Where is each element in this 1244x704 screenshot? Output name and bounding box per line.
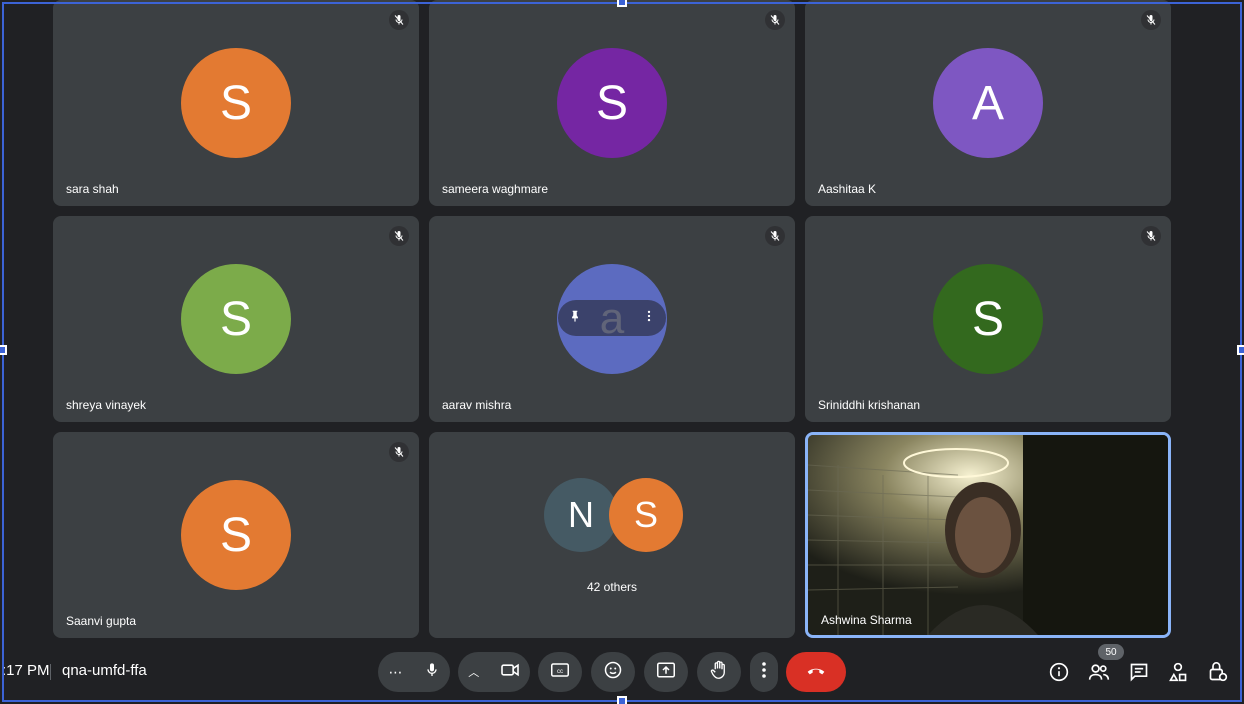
mic-button[interactable]: ⋯ (378, 652, 450, 692)
captions-button[interactable]: cc (538, 652, 582, 692)
mic-muted-icon (389, 226, 409, 246)
camera-button[interactable]: ︿ (458, 652, 530, 692)
host-controls-icon[interactable] (1206, 660, 1230, 684)
svg-text:cc: cc (557, 669, 563, 675)
resize-handle[interactable] (617, 696, 627, 704)
avatar: S (557, 48, 667, 158)
raise-hand-button[interactable] (697, 652, 741, 692)
resize-handle[interactable] (1237, 345, 1244, 355)
participant-name: sameera waghmare (442, 182, 549, 196)
self-view-tile[interactable]: Ashwina Sharma (805, 432, 1171, 638)
participant-grid: S sara shah S sameera waghmare A Aashita… (53, 0, 1171, 638)
participant-tile[interactable]: S sameera waghmare (429, 0, 795, 206)
others-count-label: 42 others (586, 580, 638, 594)
avatar: N (544, 478, 618, 552)
participant-name: shreya vinayek (66, 398, 147, 412)
resize-handle[interactable] (0, 345, 7, 355)
others-tile[interactable]: N S 42 others (429, 432, 795, 638)
participant-name: Sriniddhi krishanan (818, 398, 921, 412)
participant-name: Saanvi gupta (66, 614, 137, 628)
leave-call-button[interactable] (786, 652, 846, 692)
participant-name: Ashwina Sharma (821, 613, 912, 627)
camera-icon (500, 662, 520, 683)
more-options-button[interactable] (750, 652, 778, 692)
avatar: S (933, 264, 1043, 374)
people-count-badge: 50 (1098, 644, 1124, 660)
mic-muted-icon (1141, 10, 1161, 30)
participant-name: aarav mishra (442, 398, 512, 412)
pin-icon[interactable] (568, 309, 582, 328)
mic-muted-icon (765, 226, 785, 246)
avatar: A (933, 48, 1043, 158)
mic-options-icon[interactable]: ⋯ (389, 664, 403, 681)
activities-icon[interactable] (1166, 660, 1190, 684)
avatar: S (181, 48, 291, 158)
emoji-icon (604, 661, 622, 684)
mic-muted-icon (765, 10, 785, 30)
present-screen-icon (657, 662, 675, 683)
divider (50, 664, 51, 680)
participant-tile[interactable]: S Saanvi gupta (53, 432, 419, 638)
participant-tile[interactable]: S shreya vinayek (53, 216, 419, 422)
avatar: S (609, 478, 683, 552)
self-camera-video (808, 435, 1168, 635)
hang-up-icon (806, 663, 826, 681)
participant-tile[interactable]: S sara shah (53, 0, 419, 206)
participant-name: sara shah (66, 182, 119, 196)
present-button[interactable] (644, 652, 688, 692)
participant-tile-hovered[interactable]: a aarav mishra (429, 216, 795, 422)
avatar: S (181, 264, 291, 374)
participant-tile[interactable]: S Sriniddhi krishanan (805, 216, 1171, 422)
people-icon[interactable] (1087, 660, 1111, 684)
mic-muted-icon (389, 442, 409, 462)
meeting-code: qna-umfd-ffa (62, 662, 147, 679)
meeting-details-icon[interactable] (1047, 660, 1071, 684)
hand-icon (710, 660, 728, 685)
reactions-button[interactable] (591, 652, 635, 692)
participant-tile[interactable]: A Aashitaa K (805, 0, 1171, 206)
tile-more-options-icon[interactable] (642, 309, 656, 328)
resize-handle[interactable] (617, 0, 627, 7)
mic-muted-icon (1141, 226, 1161, 246)
chat-icon[interactable] (1127, 660, 1151, 684)
meeting-control-bar: :17 PM qna-umfd-ffa ⋯ ︿ cc 50 (0, 640, 1244, 702)
meeting-time: :17 PM (2, 662, 50, 679)
more-vert-icon (762, 661, 766, 683)
avatar: S (181, 480, 291, 590)
captions-icon: cc (551, 662, 569, 682)
mic-muted-icon (389, 10, 409, 30)
chevron-up-icon[interactable]: ︿ (468, 664, 479, 680)
tile-hover-toolbar (558, 300, 666, 336)
mic-icon (424, 661, 440, 684)
participant-name: Aashitaa K (818, 182, 877, 196)
